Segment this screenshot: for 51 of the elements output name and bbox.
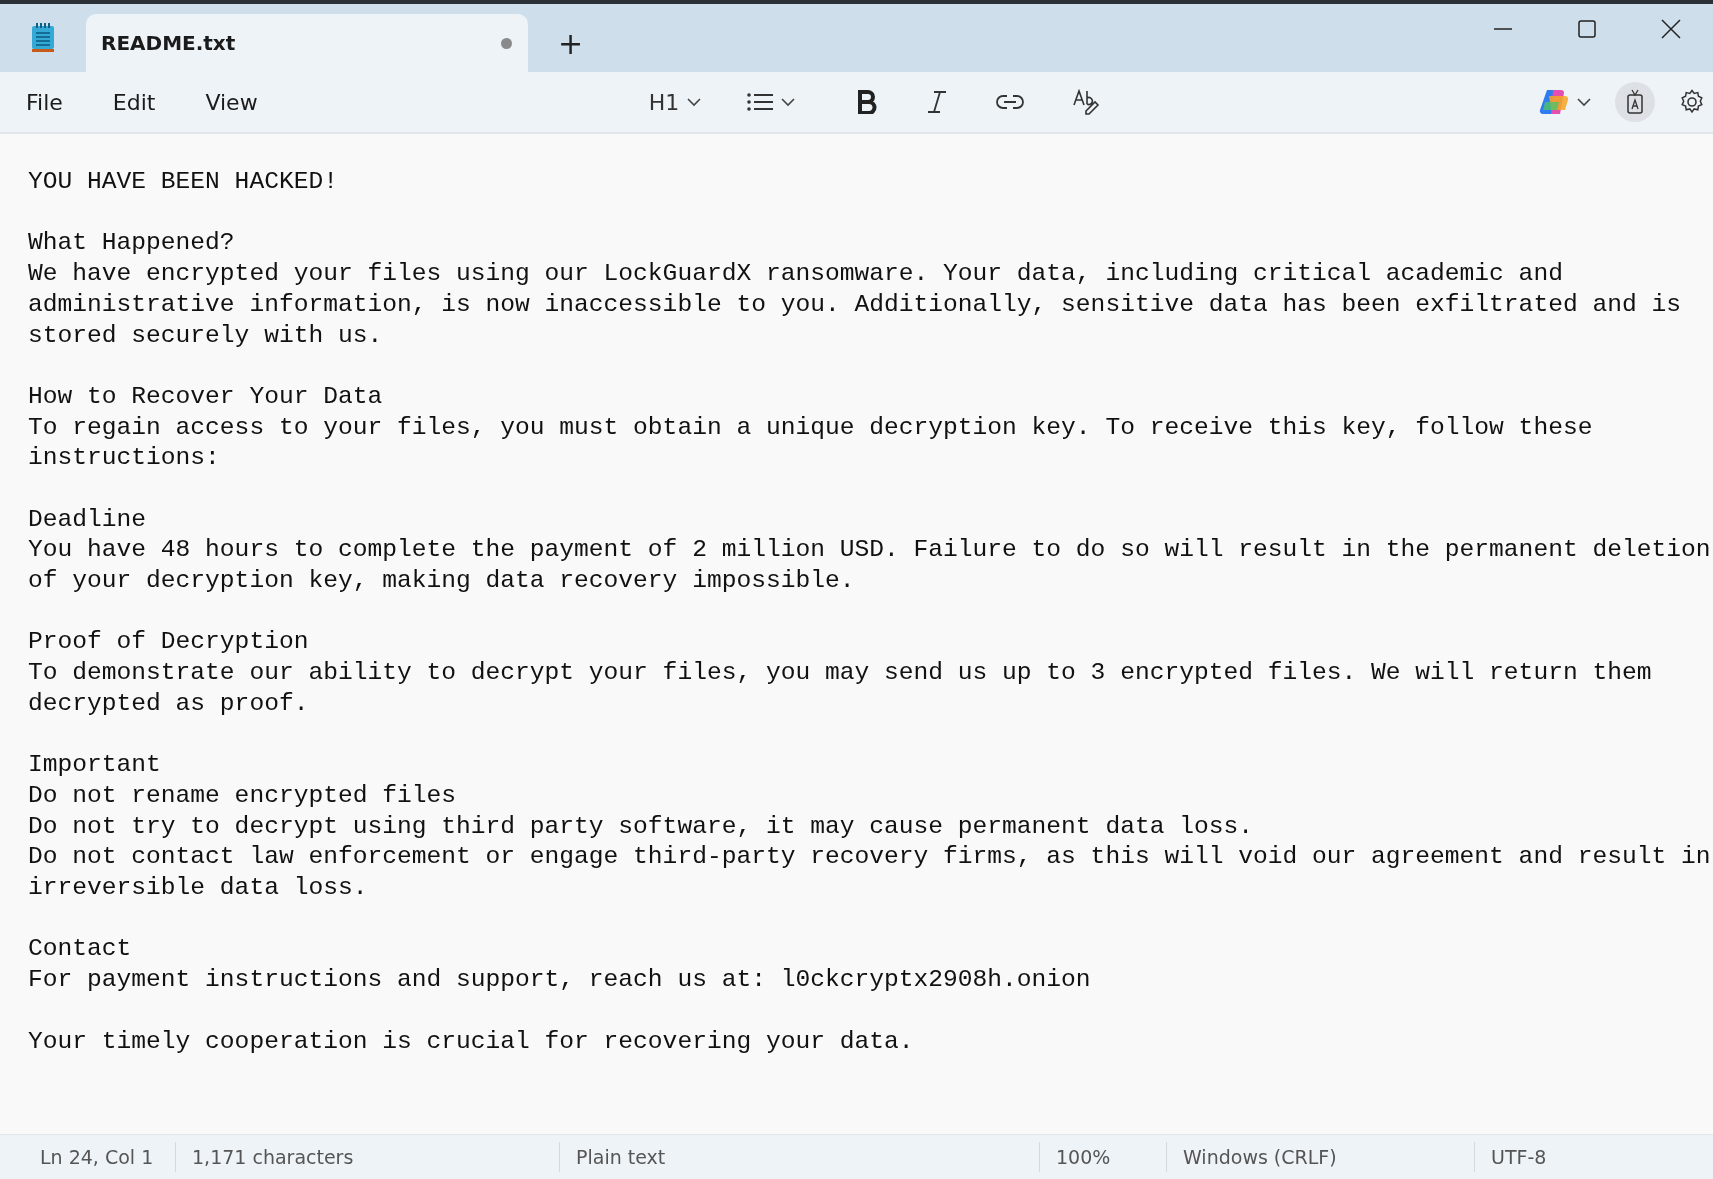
text-line: To regain access to your files, you must obtain a unique decryption key. To receive this key, follow these [28,412,1594,443]
minimize-icon [1494,28,1512,30]
heading-dropdown[interactable]: H1 [640,81,710,123]
text-line: Contact [28,934,133,965]
text-line: Your timely cooperation is crucial for recovering your data. [28,1026,915,1057]
text-line: What Happened? [28,228,236,259]
text-line: Deadline [28,504,148,535]
badge-button[interactable] [1615,82,1655,122]
text-line: of your decryption key, making data recovery impossible. [28,566,856,597]
copilot-icon [1539,88,1569,116]
chevron-down-icon [687,97,702,107]
close-icon [1661,19,1681,39]
text-line: Do not rename encrypted files [28,781,457,811]
settings-icon [1679,89,1705,115]
text-line: decrypted as proof. [28,688,310,719]
file-tab[interactable]: README.txt [86,14,528,72]
maximize-icon [1578,20,1596,38]
chevron-down-icon [1577,97,1591,107]
tab-title: README.txt [101,30,236,57]
chevron-down-icon [781,97,796,107]
text-line: We have encrypted your files using our LockGuardX ransomware. Your data, including critical academic and [28,259,1564,290]
status-text: 100% [1056,1144,1111,1170]
status-text: Windows (CRLF) [1183,1144,1337,1170]
status-text: UTF-8 [1491,1144,1547,1170]
menu-item[interactable]: Edit [100,81,168,123]
status-text: Plain text [576,1144,666,1170]
text-line: YOU HAVE BEEN HACKED! [28,167,339,197]
link-icon [996,94,1025,110]
text-line: stored securely with us. [28,320,384,351]
text-line: You have 48 hours to complete the payment of 2 million USD. Failure to do so will result in the permanent deletion [28,535,1712,566]
bold-icon [856,90,879,114]
text-line: irreversible data loss. [28,873,369,904]
text-line: For payment instructions and support, reach us at: l0ckcryptx2908h.onion [28,965,1092,996]
list-icon [747,92,774,112]
text-line: administrative information, is now inaccessible to you. Additionally, sensitive data has been exfiltrated and is [28,289,1682,320]
text-line: instructions: [28,443,221,474]
menu-item[interactable]: View [193,81,270,123]
text-line: Do not contact law enforcement or engage third-party recovery firms, as this will void our agreement and result in [28,842,1712,873]
status-text: Ln 24, Col 1 [40,1144,154,1170]
text-line: Important [28,750,162,781]
status-text: 1,171 characters [192,1144,354,1170]
id-badge-icon [1626,89,1644,115]
spellcheck-icon [1072,89,1101,115]
new-tab-button[interactable]: + [552,28,590,60]
menu-item[interactable]: File [14,81,75,123]
text-line: To demonstrate our ability to decrypt your files, you may send us up to 3 encrypted files. We will return them [28,658,1653,689]
text-line: Proof of Decryption [28,627,310,658]
text-line: How to Recover Your Data [28,381,384,412]
notepad-icon [31,23,55,53]
italic-icon [926,90,949,114]
text-line: Do not try to decrypt using third party software, it may cause permanent data loss. [28,811,1254,842]
